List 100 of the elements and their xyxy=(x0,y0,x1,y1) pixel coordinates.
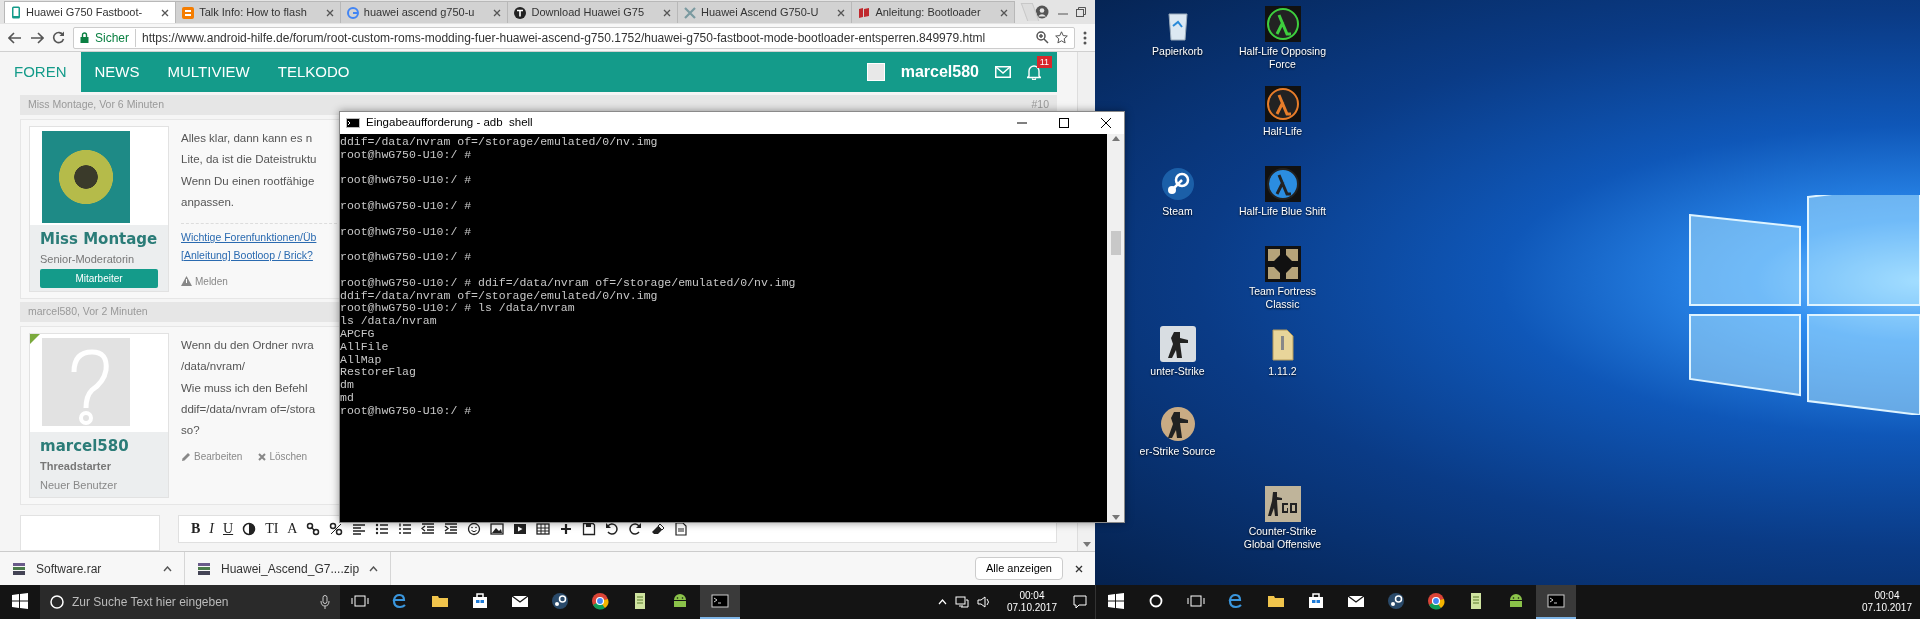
browser-tab[interactable]: huawei ascend g750-u xyxy=(339,1,509,23)
browser-tab[interactable]: Anleitung: Bootloader xyxy=(851,1,1015,23)
post-action-link[interactable]: Löschen xyxy=(258,449,308,465)
close-icon[interactable] xyxy=(837,8,846,17)
smiley-button[interactable] xyxy=(467,521,482,536)
quadrant-cross-icon[interactable] xyxy=(1264,246,1301,282)
close-icon[interactable] xyxy=(1075,564,1083,573)
close-icon[interactable] xyxy=(493,8,502,17)
desktop-icon-label[interactable]: Team Fortress Classic xyxy=(1232,285,1333,311)
search-field[interactable]: Zur Suche Text hier eingeben xyxy=(40,585,340,619)
taskbar-app-button[interactable] xyxy=(700,585,740,619)
save-button[interactable] xyxy=(582,521,597,536)
undo-button[interactable] xyxy=(605,521,620,536)
console-line: AllFile xyxy=(340,340,389,354)
microphone-icon[interactable] xyxy=(320,595,330,609)
format-button[interactable]: TI xyxy=(265,521,279,536)
post-text: Wenn du den Ordner nvra xyxy=(181,338,315,353)
clock[interactable]: 00:04 07.10.2017 xyxy=(998,589,1065,615)
author-name[interactable]: Miss Montage xyxy=(40,228,158,251)
lambda-icon[interactable] xyxy=(1264,6,1301,42)
network-icon[interactable] xyxy=(954,596,969,608)
desktop-icon-label[interactable]: Counter-Strike Global Offensive xyxy=(1232,525,1333,551)
circle-logo-icon[interactable] xyxy=(1159,166,1196,202)
new-tab-button[interactable] xyxy=(1020,3,1039,21)
scrollbar-thumb[interactable] xyxy=(1110,231,1121,255)
video-button[interactable] xyxy=(513,521,528,536)
undo-icon xyxy=(605,521,620,536)
desktop-icon-label[interactable]: Half-Life Opposing Force xyxy=(1232,45,1333,71)
plus-button[interactable] xyxy=(559,521,574,536)
desktop-icon-label[interactable]: Papierkorb xyxy=(1152,45,1203,58)
contrast-button[interactable] xyxy=(242,521,257,536)
clock[interactable]: 00:04 07.10.2017 xyxy=(1853,589,1920,615)
document-button[interactable] xyxy=(674,521,689,536)
forward-icon[interactable] xyxy=(30,31,44,44)
indent-icon xyxy=(444,521,459,536)
restore-icon[interactable] xyxy=(1076,7,1086,17)
link-button[interactable] xyxy=(306,521,321,536)
phone-icon xyxy=(11,6,21,19)
menu-icon[interactable] xyxy=(1083,30,1087,45)
outdent-button[interactable] xyxy=(421,521,436,536)
show-all-button[interactable]: Alle anzeigen xyxy=(974,557,1063,580)
speaker-icon[interactable] xyxy=(976,596,991,608)
bell-icon[interactable] xyxy=(1027,64,1041,80)
scroll-down-icon[interactable] xyxy=(1111,515,1120,520)
format-button[interactable]: A xyxy=(287,521,298,536)
table-button[interactable] xyxy=(536,521,551,536)
address-bar[interactable]: Sicher https://www.android-hilfe.de/forum/root-custom-roms-modding-fuer-huawei-ascend-g750.1752/huawei-g750-fastboot-mode-bootloader-entsperren.849979.html xyxy=(73,26,1075,49)
reload-icon[interactable] xyxy=(52,31,65,44)
close-icon[interactable] xyxy=(663,8,671,17)
mail-icon[interactable] xyxy=(995,66,1011,78)
profile-icon[interactable] xyxy=(1035,5,1050,19)
console-line: RestoreFlag xyxy=(340,366,416,380)
author-name[interactable]: marcel580 xyxy=(40,435,158,458)
desktop-icon-label[interactable]: Steam xyxy=(1162,205,1193,218)
desktop-icon-label[interactable]: Half-Life Blue Shift xyxy=(1239,205,1326,218)
caret-up-icon[interactable] xyxy=(163,565,172,572)
lambda-icon[interactable] xyxy=(1264,166,1301,202)
close-icon[interactable] xyxy=(999,8,1008,17)
browser-tab[interactable]: Huawei G750 Fastboot- xyxy=(4,1,177,23)
scroll-down-icon[interactable] xyxy=(1082,542,1091,547)
desktop-icon-label[interactable]: er-Strike Source xyxy=(1139,445,1216,458)
soldier-go-icon[interactable] xyxy=(1264,486,1301,522)
flag-logo-icon xyxy=(858,6,871,19)
post-action-link[interactable]: Melden xyxy=(181,273,228,289)
format-button[interactable]: B xyxy=(191,521,201,536)
close-icon[interactable] xyxy=(325,8,334,17)
browser-tab[interactable]: Download Huawei G75 xyxy=(507,1,678,23)
file-name: Huawei_Ascend_G7....zip xyxy=(221,560,360,578)
close-icon[interactable] xyxy=(161,8,170,17)
clock-time: 00:04 xyxy=(1874,589,1900,602)
desktop-icon-label[interactable]: 1.11.2 xyxy=(1268,365,1297,378)
lambda-icon[interactable] xyxy=(1264,86,1301,122)
avatar-thumbnail[interactable] xyxy=(866,63,885,81)
indent-button[interactable] xyxy=(444,521,459,536)
format-button[interactable]: I xyxy=(209,521,214,536)
desktop-icon-label[interactable]: Half-Life xyxy=(1262,125,1303,138)
caret-up-icon[interactable] xyxy=(369,565,379,572)
align-left-button[interactable] xyxy=(352,521,367,536)
star-icon[interactable] xyxy=(1055,31,1068,44)
soldier-icon[interactable] xyxy=(1159,326,1196,362)
zoom-icon[interactable] xyxy=(1036,31,1049,44)
corner-flag-icon xyxy=(30,334,40,344)
bullet-list-button[interactable] xyxy=(375,521,390,536)
browser-tab[interactable]: Huawei Ascend G750-U xyxy=(677,1,853,23)
redo-button[interactable] xyxy=(628,521,643,536)
scroll-up-icon[interactable] xyxy=(1111,136,1120,141)
console-line: root@hwG750-U10:/ # xyxy=(340,404,472,418)
signature-link[interactable]: [Anleitung] Bootloop / Brick? xyxy=(181,247,337,264)
browser-tab[interactable]: Talk Info: How to flash xyxy=(175,1,341,23)
numbered-list-button[interactable] xyxy=(398,521,413,536)
back-icon[interactable] xyxy=(8,31,22,44)
soldier-icon[interactable] xyxy=(1159,406,1196,442)
post-action-link[interactable]: Bearbeiten xyxy=(181,449,243,465)
signature-link[interactable]: Wichtige Forenfunktionen/Üb xyxy=(181,230,337,246)
desktop-icon-label[interactable]: unter-Strike xyxy=(1150,365,1205,378)
taskbar-app-button[interactable] xyxy=(1536,585,1576,619)
search-icon xyxy=(50,595,64,609)
notification-icon[interactable] xyxy=(1073,595,1087,609)
image-button[interactable] xyxy=(490,521,505,536)
format-button[interactable]: U xyxy=(223,521,234,536)
